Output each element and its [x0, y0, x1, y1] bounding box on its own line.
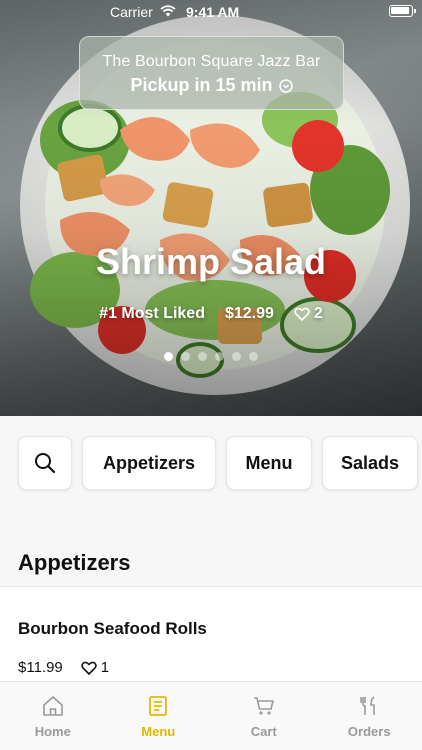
- venue-name: The Bourbon Square Jazz Bar: [102, 53, 321, 70]
- heart-icon: [81, 661, 97, 675]
- category-chips: Appetizers Menu Salads: [18, 436, 422, 490]
- page-dot[interactable]: [198, 352, 207, 361]
- featured-likes[interactable]: 2: [294, 305, 323, 323]
- list-item[interactable]: Bourbon Seafood Rolls $11.99 1: [0, 586, 422, 686]
- hero-banner[interactable]: Carrier 9:41 AM The Bourbon Square Jazz …: [0, 0, 422, 416]
- tab-orders[interactable]: Orders: [317, 682, 422, 750]
- tab-label: Cart: [250, 724, 277, 739]
- orders-icon: [360, 696, 376, 715]
- item-likes[interactable]: 1: [81, 659, 109, 676]
- tab-bar: Home Menu Cart Orders: [0, 681, 422, 750]
- featured-badge: #1 Most Liked: [99, 305, 205, 322]
- page-dot[interactable]: [232, 352, 241, 361]
- category-chip-menu[interactable]: Menu: [226, 436, 312, 490]
- tab-home[interactable]: Home: [0, 682, 106, 750]
- pickup-selector[interactable]: The Bourbon Square Jazz Bar Pickup in 15…: [79, 36, 344, 110]
- search-button[interactable]: [18, 436, 72, 490]
- item-meta: $11.99 1: [18, 659, 109, 676]
- tab-label: Orders: [347, 724, 391, 739]
- item-like-count: 1: [100, 659, 110, 676]
- chevron-down-icon: [278, 78, 293, 93]
- clock: 9:41 AM: [186, 4, 240, 20]
- tab-label: Home: [34, 724, 71, 739]
- menu-icon: [149, 696, 168, 716]
- status-bar: Carrier 9:41 AM: [0, 0, 422, 24]
- page-dot[interactable]: [164, 352, 173, 361]
- item-price: $11.99: [18, 659, 63, 676]
- search-icon: [35, 453, 56, 474]
- wifi-icon: [160, 5, 176, 17]
- home-icon: [42, 696, 63, 716]
- carousel-pagination[interactable]: [0, 352, 422, 361]
- tab-cart[interactable]: Cart: [211, 682, 317, 750]
- cart-icon: [253, 697, 274, 715]
- page-dot[interactable]: [249, 352, 258, 361]
- tab-label: Menu: [141, 724, 176, 739]
- featured-dish-title: Shrimp Salad: [95, 241, 327, 282]
- battery-icon: [389, 5, 416, 17]
- category-chip-appetizers[interactable]: Appetizers: [82, 436, 216, 490]
- page-dot[interactable]: [215, 352, 224, 361]
- pickup-time: Pickup in 15 min: [130, 75, 273, 95]
- carrier-label: Carrier: [110, 4, 153, 20]
- featured-price: $12.99: [224, 305, 274, 322]
- featured-like-count: 2: [313, 305, 323, 322]
- item-name: Bourbon Seafood Rolls: [18, 619, 207, 638]
- featured-dish-meta: #1 Most Liked $12.99 2: [0, 305, 422, 323]
- section-title: Appetizers: [18, 550, 131, 575]
- tab-menu[interactable]: Menu: [106, 682, 212, 750]
- category-chip-salads[interactable]: Salads: [322, 436, 418, 490]
- page-dot[interactable]: [181, 352, 190, 361]
- heart-icon: [294, 307, 310, 321]
